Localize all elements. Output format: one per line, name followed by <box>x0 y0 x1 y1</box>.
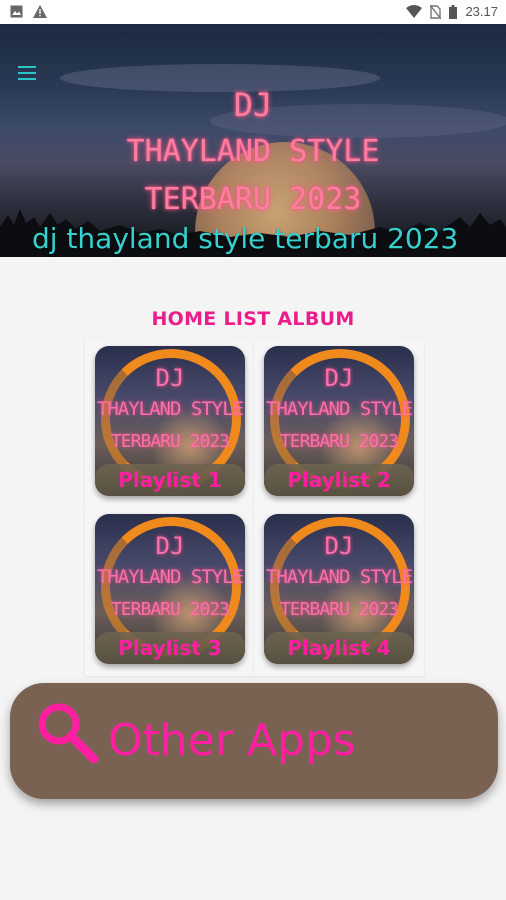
hamburger-icon[interactable] <box>18 66 36 80</box>
cover-text: TERBARU 2023 <box>110 599 230 620</box>
other-apps-label: Other Apps <box>108 715 356 766</box>
cover-text: DJ <box>155 364 185 392</box>
status-bar: 23.17 <box>0 0 506 24</box>
cover-text: DJ <box>155 532 185 560</box>
playlist-card-3[interactable]: DJ THAYLAND STYLE TERBARU 2023 Playlist … <box>95 514 245 664</box>
battery-icon <box>449 4 458 19</box>
cover-text: THAYLAND STYLE <box>265 398 413 420</box>
cover-text: THAYLAND STYLE <box>96 566 244 588</box>
playlist-label: Playlist 1 <box>95 464 245 496</box>
playlist-card-4[interactable]: DJ THAYLAND STYLE TERBARU 2023 Playlist … <box>264 514 414 664</box>
playlist-cell: DJ THAYLAND STYLE TERBARU 2023 Playlist … <box>254 508 424 676</box>
cover-text: DJ <box>324 532 354 560</box>
playlist-cell: DJ THAYLAND STYLE TERBARU 2023 Playlist … <box>254 340 424 508</box>
warning-icon <box>33 5 47 18</box>
wifi-icon <box>406 5 423 18</box>
playlist-cell: DJ THAYLAND STYLE TERBARU 2023 Playlist … <box>85 340 255 508</box>
playlist-label: Playlist 4 <box>264 632 414 664</box>
banner-title-line: DJ <box>233 86 273 124</box>
status-time: 23.17 <box>465 4 498 19</box>
banner-subtitle: dj thayland style terbaru 2023 <box>32 222 459 255</box>
cover-text: THAYLAND STYLE <box>265 566 413 588</box>
cover-text: TERBARU 2023 <box>279 431 399 452</box>
cover-text: DJ <box>324 364 354 392</box>
playlist-label: Playlist 3 <box>95 632 245 664</box>
cover-text: TERBARU 2023 <box>110 431 230 452</box>
playlist-card-2[interactable]: DJ THAYLAND STYLE TERBARU 2023 Playlist … <box>264 346 414 496</box>
other-apps-button[interactable]: Other Apps <box>10 683 498 799</box>
playlist-card-1[interactable]: DJ THAYLAND STYLE TERBARU 2023 Playlist … <box>95 346 245 496</box>
banner-title-line: THAYLAND STYLE <box>126 134 380 169</box>
playlist-cell: DJ THAYLAND STYLE TERBARU 2023 Playlist … <box>85 508 255 676</box>
header-banner: DJ THAYLAND STYLE TERBARU 2023 dj thayla… <box>0 24 506 257</box>
page-title: HOME LIST ALBUM <box>151 308 355 330</box>
no-sim-icon <box>430 4 442 19</box>
image-icon <box>10 5 23 18</box>
banner-title-line: TERBARU 2023 <box>144 182 362 217</box>
playlist-label: Playlist 2 <box>264 464 414 496</box>
cover-text: THAYLAND STYLE <box>96 398 244 420</box>
cover-text: TERBARU 2023 <box>279 599 399 620</box>
search-icon <box>38 703 99 764</box>
